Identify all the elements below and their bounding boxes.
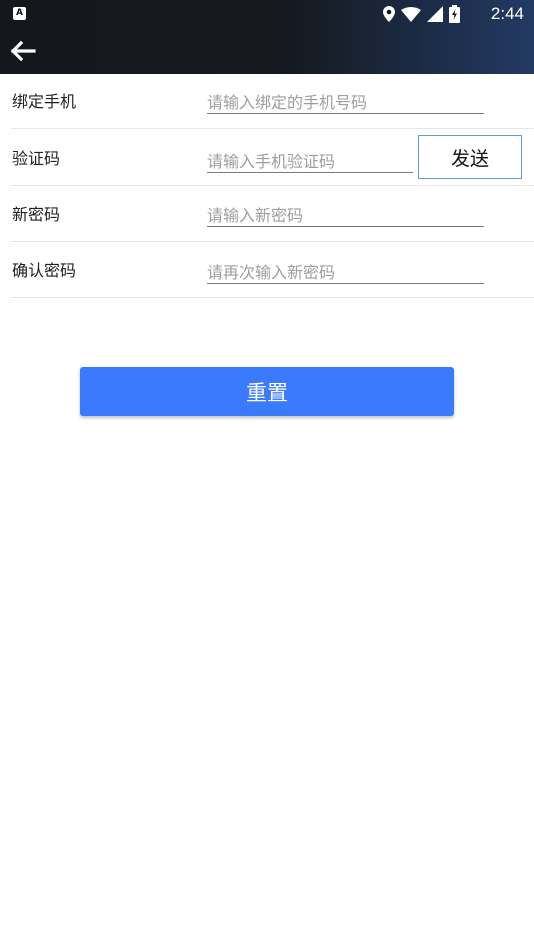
status-icons xyxy=(383,4,460,24)
location-icon xyxy=(383,6,395,22)
reset-button[interactable]: 重置 xyxy=(80,367,454,416)
app-notification-letter: A xyxy=(16,8,23,18)
app-header: A 2:44 xyxy=(0,0,534,74)
code-input[interactable] xyxy=(207,150,413,173)
row-divider xyxy=(11,241,534,242)
back-button[interactable] xyxy=(6,34,40,68)
send-code-button[interactable]: 发送 xyxy=(418,135,522,179)
new-password-input[interactable] xyxy=(207,204,484,227)
signal-icon xyxy=(427,6,443,22)
row-divider xyxy=(11,185,534,186)
code-label: 验证码 xyxy=(12,149,61,168)
confirm-password-label: 确认密码 xyxy=(12,261,77,280)
row-divider xyxy=(11,128,534,129)
phone-label: 绑定手机 xyxy=(12,92,77,111)
battery-charging-icon xyxy=(449,5,460,23)
new-password-label: 新密码 xyxy=(12,205,61,224)
wifi-icon xyxy=(401,6,421,22)
toolbar xyxy=(0,28,534,74)
app-notification-icon: A xyxy=(13,7,26,20)
status-bar: A 2:44 xyxy=(0,0,534,28)
phone-input[interactable] xyxy=(207,91,484,114)
confirm-password-input[interactable] xyxy=(207,261,484,284)
arrow-left-icon xyxy=(10,41,36,61)
row-divider xyxy=(11,297,534,298)
status-time: 2:44 xyxy=(490,4,524,23)
